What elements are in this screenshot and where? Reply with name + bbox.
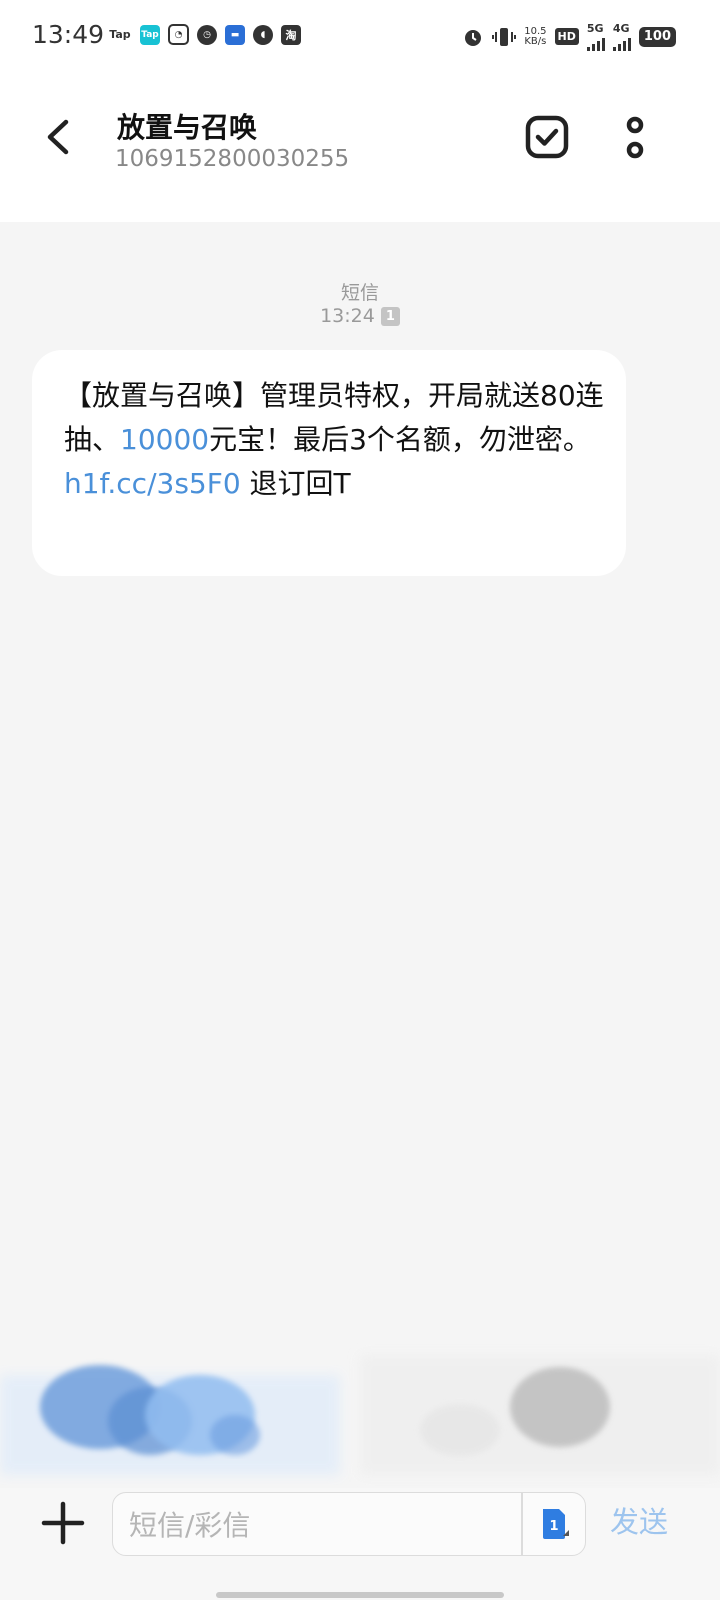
back-button[interactable] [38,112,82,162]
chevron-left-icon [47,119,69,155]
taobao-icon: 淘 [281,24,301,45]
contact-name: 放置与召唤 [117,111,258,144]
hd-voice-badge: HD [554,28,579,45]
send-button[interactable]: 发送 [610,1499,668,1541]
notification-icons: Tap Tap ◔ ◷ ▬ ◖ 淘 [108,24,301,45]
car-app-icon: ▬ [225,24,245,45]
checkbox-icon [525,115,569,159]
message-input[interactable] [127,1493,511,1557]
message-time: 13:24 [320,305,375,327]
contact-number: 1069152800030255 [115,146,350,172]
dingtalk-icon: ◔ [168,24,189,45]
message-bubble[interactable]: 【放置与召唤】管理员特权，开局就送80连抽、10000元宝！最后3个名额，勿泄密… [32,350,626,576]
network-speed: 10.5 KB/s [524,25,547,47]
sim1-signal: 5G [586,22,605,51]
sim-number: 1 [549,1519,558,1534]
url-link[interactable]: h1f.cc/3s5F0 [64,467,241,500]
status-time: 13:49 [32,20,105,49]
alarm-icon [465,29,482,46]
more-options-button[interactable] [620,114,650,164]
attach-button[interactable] [40,1500,86,1546]
sim-card-badge: 1 [380,307,400,326]
message-text: 退订回T [240,467,351,500]
message-timestamp: 13:24 1 [0,305,720,327]
speedometer-icon: ◷ [197,24,217,45]
sim-card-icon: 1 [543,1509,569,1539]
phone-number-link[interactable]: 10000 [120,423,209,456]
message-type-label: 短信 [340,282,379,304]
sim1-network-label: 5G [586,22,604,35]
home-indicator[interactable] [216,1592,504,1598]
taptap-app-icon: Tap [140,24,160,45]
sim2-signal: 4G [612,22,631,51]
network-speed-value: 10.5 [524,25,547,37]
more-vertical-icon [626,116,644,159]
quark-icon: ◖ [253,24,273,45]
sim2-network-label: 4G [612,22,630,35]
message-text: 元宝！最后3个名额，勿泄密。 [209,423,591,456]
decorative-brush-strokes [0,1335,720,1490]
compose-divider [521,1493,523,1555]
signal-bars-icon [586,35,605,51]
system-icons: 10.5 KB/s HD 5G 4G 100 [462,22,676,51]
multi-select-button[interactable] [524,114,570,160]
battery-indicator: 100 [638,26,676,47]
taptap-icon: Tap [109,28,131,41]
sim-select-button[interactable]: 1 [537,1507,571,1541]
status-bar: 13:49 Tap Tap ◔ ◷ ▬ ◖ 淘 10.5 KB/s HD 5G … [0,0,720,72]
plus-icon [41,1501,85,1545]
network-speed-unit: KB/s [524,35,547,47]
signal-bars-icon [612,35,631,51]
compose-box: 1 [112,1492,586,1557]
vibrate-icon [492,27,517,46]
